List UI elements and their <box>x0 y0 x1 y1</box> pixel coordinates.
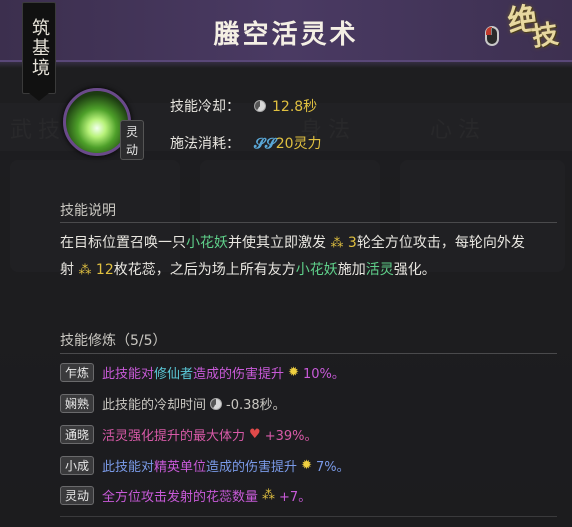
desc-keyword-flower-demon: 小花妖 <box>295 262 338 278</box>
training-keyword: 精英单位 <box>154 460 207 475</box>
training-row: 乍炼 此技能对 修仙者 造成的伤害提升 ✹ 10%。 <box>60 363 345 382</box>
damage-burst-icon: ✹ <box>288 365 299 380</box>
cooldown-row: 技能冷却： 12.8秒 <box>170 96 317 116</box>
training-level-badge: 乍炼 <box>60 363 95 382</box>
cooldown-clock-icon <box>210 397 223 410</box>
desc-text: 施加 <box>337 262 366 278</box>
training-text: 强化提升的最大体力 <box>128 429 246 444</box>
training-row: 小成 此技能对 精英单位 造成的伤害提升 ✹ 7%。 <box>60 456 350 475</box>
ultimate-badge: 绝 技 <box>506 1 561 53</box>
training-level-badge: 娴熟 <box>60 394 95 413</box>
cooldown-value: 12.8秒 <box>272 99 318 115</box>
training-text: 此技能对 <box>102 460 155 475</box>
training-row: 娴熟 此技能的冷却时间 -0.38秒。 <box>60 394 286 413</box>
training-divider <box>60 353 557 354</box>
spirit-mana-icon: 𝓢𝓢 <box>254 136 276 152</box>
realm-label: 筑基境 <box>29 18 50 78</box>
skill-tooltip-panel: 螣空活灵术 绝 技 筑基境 灵动 技能冷却： 12.8秒 施法消耗： 𝓢𝓢20灵力 … <box>0 0 572 527</box>
wave-attack-icon: ⁂ <box>330 236 344 251</box>
description-section-title: 技能说明 <box>60 203 116 219</box>
desc-number-rounds: 3 <box>347 235 357 251</box>
training-text: 此技能对 <box>102 367 155 382</box>
ultimate-label-2: 技 <box>530 19 561 53</box>
skill-tag: 灵动 <box>120 120 144 160</box>
training-text: 此技能的冷却时间 <box>102 398 207 413</box>
panel-bottom-divider <box>60 516 557 517</box>
description-divider <box>60 222 557 223</box>
training-section-title: 技能修炼（5/5） <box>60 333 167 349</box>
tooltip-header: 螣空活灵术 绝 技 <box>0 0 572 68</box>
desc-text: 强化。 <box>393 262 436 278</box>
skill-description: 在目标位置召唤一只小花妖并使其立即激发 ⁂ 3轮全方位攻击，每轮向外发射 ⁂ 1… <box>60 230 530 284</box>
training-text: 造成的伤害提升 <box>193 367 285 382</box>
desc-keyword-living-spirit: 活灵 <box>365 262 394 278</box>
cooldown-clock-icon <box>254 100 266 112</box>
cost-row: 施法消耗： 𝓢𝓢20灵力 <box>170 133 322 153</box>
training-row: 灵动 全方位攻击发射的花蕊数量 ⁂ +7。 <box>60 486 311 505</box>
desc-text: 并使其立即激发 <box>228 235 326 251</box>
cost-value: 20灵力 <box>275 136 322 152</box>
damage-burst-icon: ✹ <box>301 458 312 473</box>
cost-label: 施法消耗： <box>170 136 240 152</box>
cooldown-label: 技能冷却： <box>170 99 240 115</box>
training-value: 7%。 <box>315 460 350 475</box>
mouse-click-icon <box>485 26 499 46</box>
training-value: +7。 <box>279 490 312 505</box>
heart-icon: ♥ <box>249 427 261 442</box>
training-keyword: 修仙者 <box>154 367 194 382</box>
realm-banner: 筑基境 <box>22 2 56 94</box>
training-text: 全方位攻击发射的花蕊数量 <box>102 490 259 505</box>
wave-attack-icon: ⁂ <box>262 488 276 503</box>
desc-number-stamens: 12 <box>95 262 114 278</box>
desc-text: 枚花蕊，之后为场上所有友方 <box>113 262 296 278</box>
training-value: +39%。 <box>264 429 318 444</box>
desc-text: 在目标位置召唤一只 <box>60 235 186 251</box>
training-row: 通晓 活灵 强化提升的最大体力 ♥ +39%。 <box>60 425 318 444</box>
training-level-badge: 灵动 <box>60 486 95 505</box>
training-level-badge: 通晓 <box>60 425 95 444</box>
training-value: -0.38秒。 <box>226 398 286 413</box>
training-value: 10%。 <box>302 367 345 382</box>
desc-keyword-flower-demon: 小花妖 <box>186 235 228 251</box>
training-keyword: 活灵 <box>102 429 129 444</box>
training-text: 造成的伤害提升 <box>206 460 298 475</box>
wave-attack-icon: ⁂ <box>78 263 92 278</box>
training-level-badge: 小成 <box>60 456 95 475</box>
